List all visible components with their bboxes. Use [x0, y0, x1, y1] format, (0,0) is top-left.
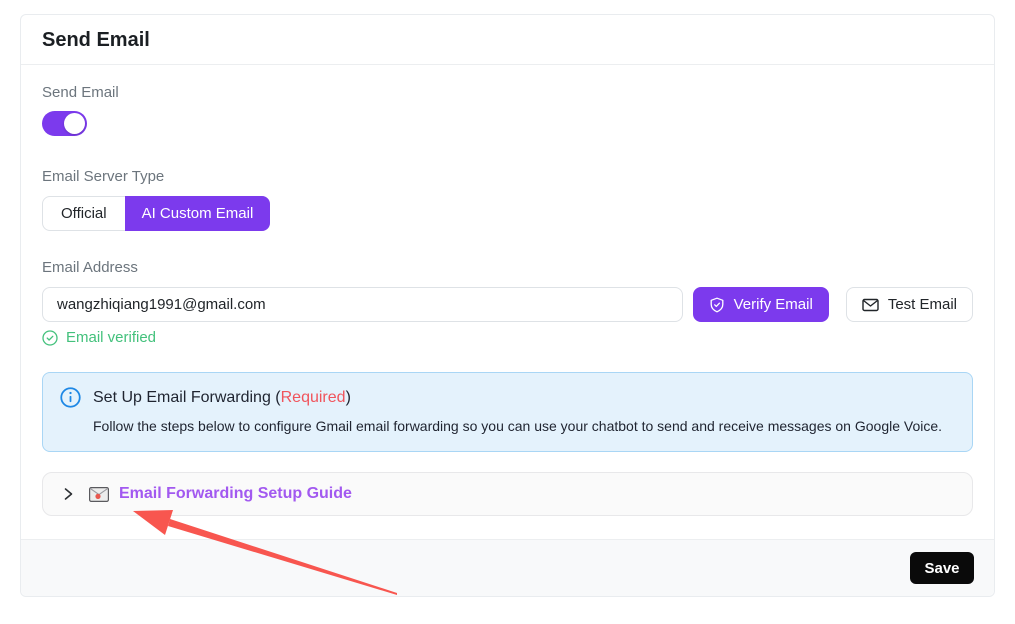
- guide-title: Email Forwarding Setup Guide: [119, 485, 352, 503]
- card-body: Send Email Email Server Type Official AI…: [21, 65, 994, 539]
- card-footer: Save: [21, 539, 994, 596]
- info-circle-icon: [60, 387, 81, 408]
- check-circle-icon: [42, 330, 58, 346]
- test-email-button[interactable]: Test Email: [846, 287, 973, 322]
- server-type-option-official[interactable]: Official: [43, 197, 125, 230]
- info-title: Set Up Email Forwarding (Required): [93, 389, 351, 407]
- server-type-option-ai-custom[interactable]: AI Custom Email: [125, 196, 271, 231]
- info-description: Follow the steps below to configure Gmai…: [93, 418, 955, 435]
- toggle-knob: [64, 113, 85, 134]
- test-email-label: Test Email: [888, 296, 957, 313]
- card-header: Send Email: [21, 15, 994, 65]
- email-envelope-emoji-icon: [89, 487, 109, 502]
- chevron-right-icon: [63, 487, 74, 501]
- send-email-toggle[interactable]: [42, 111, 87, 136]
- envelope-icon: [862, 298, 879, 312]
- server-type-segmented-control: Official AI Custom Email: [42, 196, 270, 231]
- email-forwarding-info-box: Set Up Email Forwarding (Required) Follo…: [42, 372, 973, 452]
- send-email-card: Send Email Send Email Email Server Type …: [20, 14, 995, 597]
- server-type-label: Email Server Type: [42, 168, 973, 186]
- info-title-row: Set Up Email Forwarding (Required): [60, 387, 955, 408]
- page-title: Send Email: [42, 29, 973, 52]
- send-email-toggle-label: Send Email: [42, 84, 973, 102]
- required-badge-text: Required: [281, 389, 346, 406]
- shield-check-icon: [709, 297, 725, 313]
- email-verified-status: Email verified: [42, 329, 973, 346]
- email-address-label: Email Address: [42, 259, 973, 277]
- email-forwarding-guide-collapse[interactable]: Email Forwarding Setup Guide: [42, 472, 973, 516]
- verify-email-label: Verify Email: [734, 296, 813, 313]
- email-address-input[interactable]: [42, 287, 683, 322]
- email-verified-label: Email verified: [66, 329, 156, 346]
- verify-email-button[interactable]: Verify Email: [693, 287, 829, 322]
- save-button[interactable]: Save: [910, 552, 974, 584]
- email-row: Verify Email Test Email: [42, 287, 973, 322]
